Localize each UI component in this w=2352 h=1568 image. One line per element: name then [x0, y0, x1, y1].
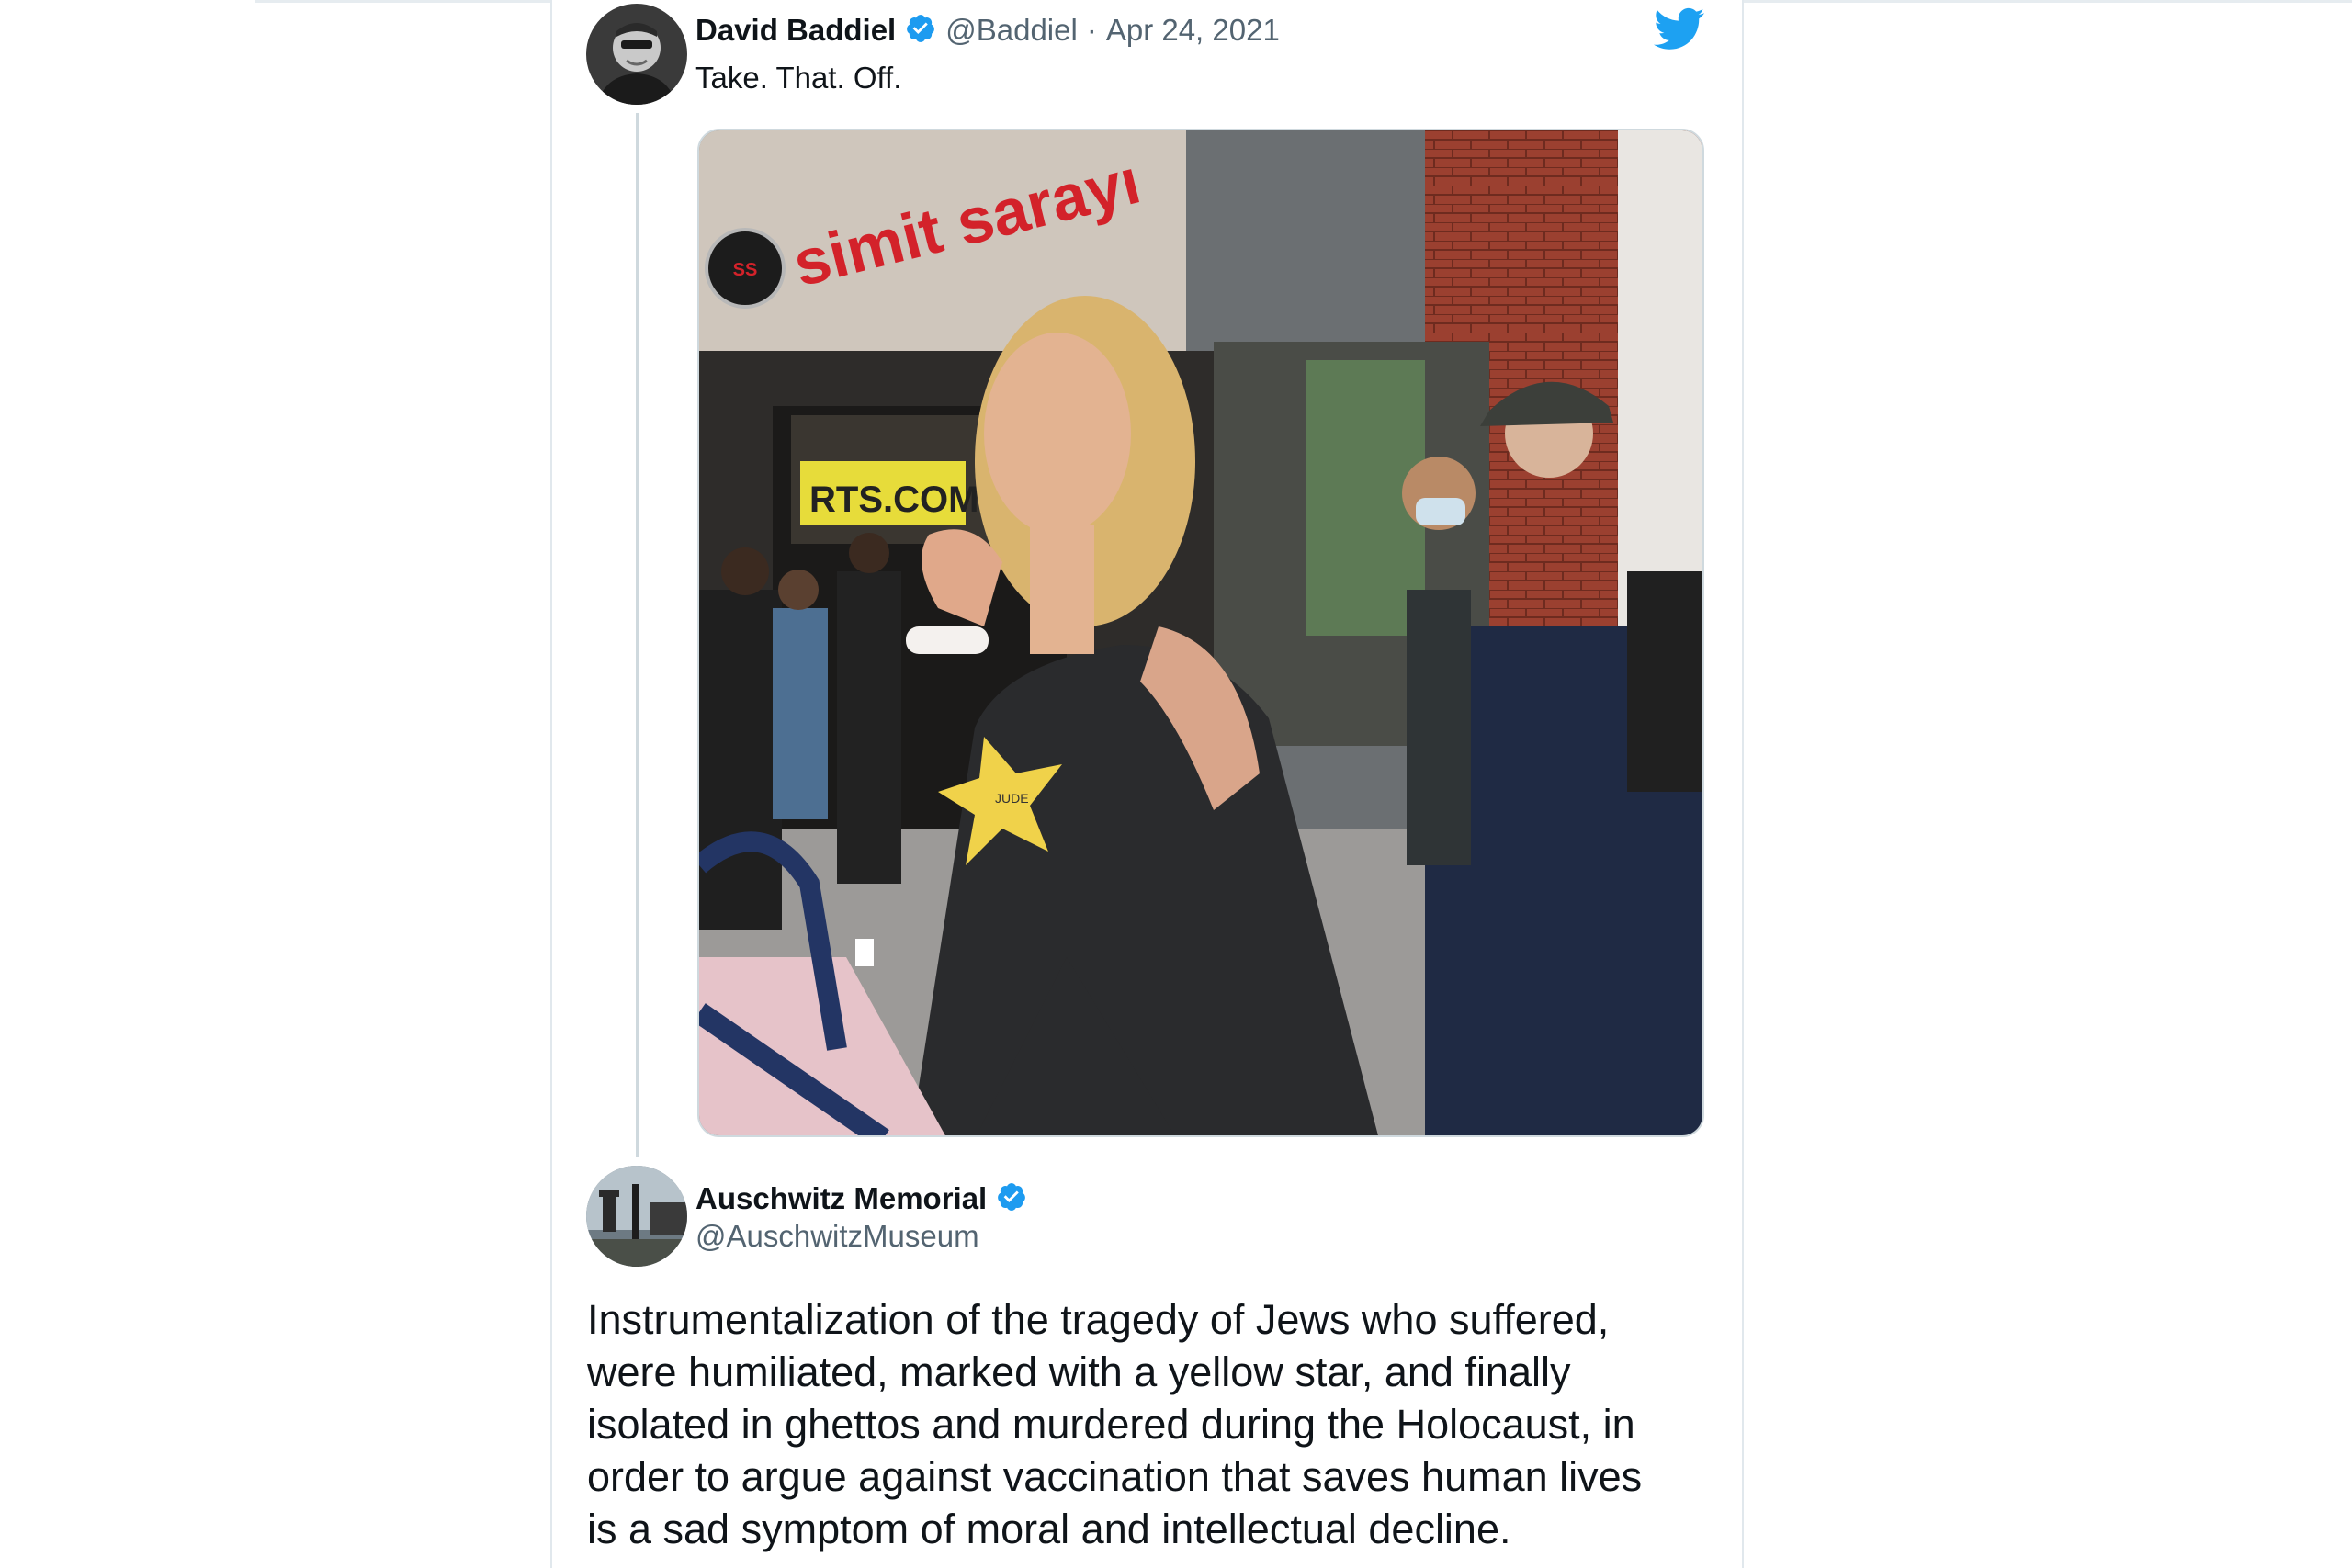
tweet2-line: order to argue against vaccination that …	[587, 1453, 1643, 1500]
verified-badge-icon	[996, 1181, 1027, 1217]
author-name-2[interactable]: Auschwitz Memorial	[695, 1181, 987, 1216]
tweet2-body: Instrumentalization of the tragedy of Je…	[587, 1293, 1717, 1555]
tweet1-header: David Baddiel @Baddiel · Apr 24, 2021	[695, 9, 1280, 51]
author-avatar-baddiel[interactable]	[586, 4, 687, 105]
tweet2-line: were humiliated, marked with a yellow st…	[587, 1348, 1571, 1395]
author-handle-2[interactable]: @AuschwitzMuseum	[695, 1219, 979, 1254]
storefront-text: RTS.COM	[809, 479, 978, 520]
star-badge-text: JUDE	[995, 791, 1029, 806]
tweet2-header: Auschwitz Memorial	[695, 1178, 1027, 1220]
tweet2-line: isolated in ghettos and murdered during …	[587, 1401, 1635, 1448]
tweet-photo[interactable]: SS simit sarayı RTS.COM JUDE	[697, 129, 1704, 1137]
author-name[interactable]: David Baddiel	[695, 13, 896, 48]
svg-text:SS: SS	[733, 260, 758, 280]
photo-illustration: SS simit sarayı RTS.COM JUDE	[699, 130, 1702, 1135]
author-avatar-auschwitz[interactable]	[586, 1166, 687, 1267]
verified-badge-icon	[905, 13, 936, 49]
tweet1-text: Take. That. Off.	[695, 61, 902, 95]
avatar-portrait-icon	[586, 4, 687, 105]
twitter-bird-icon[interactable]	[1654, 7, 1705, 56]
tweet2-line: Instrumentalization of the tragedy of Je…	[587, 1296, 1610, 1343]
separator-dot: ·	[1086, 13, 1097, 47]
avatar-memorial-icon	[586, 1166, 687, 1267]
tweet-date[interactable]: Apr 24, 2021	[1106, 13, 1280, 48]
author-handle[interactable]: @Baddiel	[945, 13, 1078, 48]
thread-connector-line	[636, 113, 639, 1157]
tweet2-line: is a sad symptom of moral and intellectu…	[587, 1506, 1511, 1552]
